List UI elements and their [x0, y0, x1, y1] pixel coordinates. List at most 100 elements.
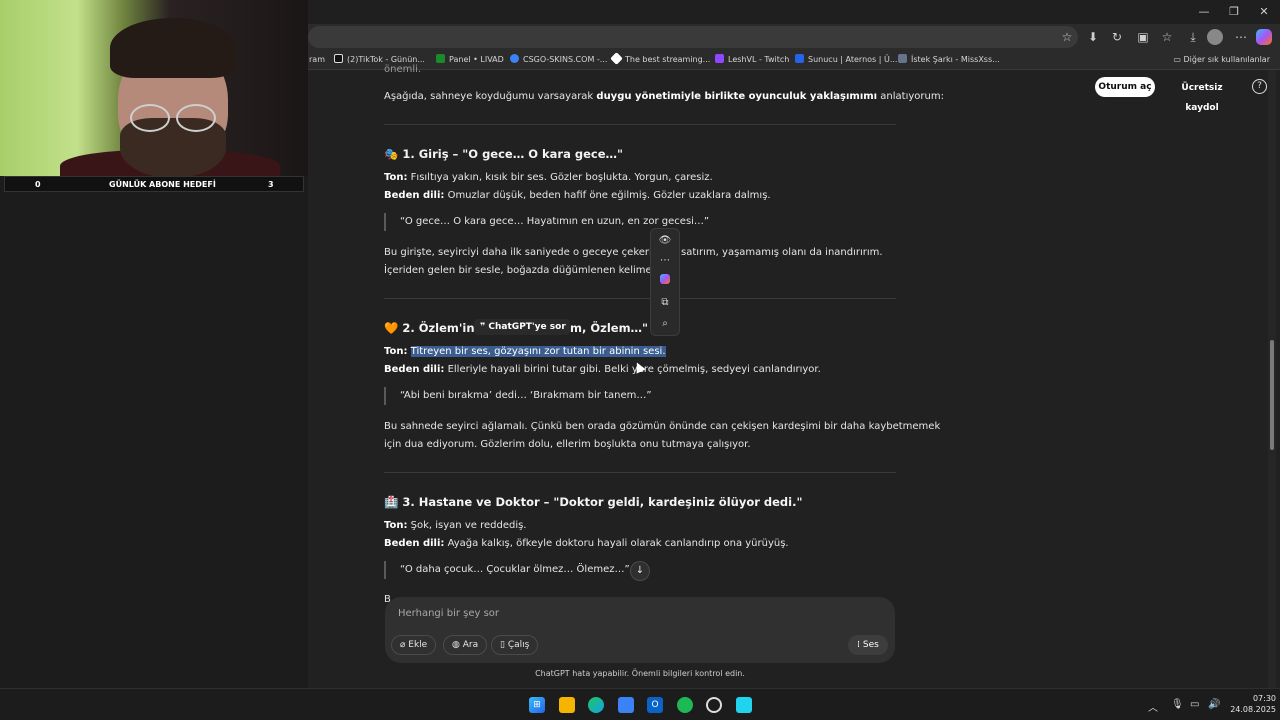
bookmark-item[interactable]: İstek Şarkı - MissXss... — [898, 52, 1000, 68]
divider — [384, 298, 896, 299]
section-2-paragraph-2: için dua ediyorum. Gözlerim dolu, elleri… — [384, 439, 751, 450]
goal-current: 0 — [35, 180, 41, 189]
subscriber-goal-bar: 0 GÜNLÜK ABONE HEDEFİ 3 — [4, 176, 304, 192]
tone-label: Ton: — [384, 346, 408, 357]
refresh-icon[interactable]: ↻ — [1108, 28, 1126, 46]
body-label: Beden dili: — [384, 190, 445, 201]
section-1-heading: 🎭 1. Giriş – "O gece… O kara gece…" — [384, 147, 623, 161]
screen: — ❐ ✕ ☆ ⬇ ↻ ▣ ☆ ⤓ ⋯ ram (2)TikTok - Günü… — [0, 0, 1280, 720]
tray-chevron-icon[interactable]: ︿ — [1148, 699, 1158, 714]
microphone-icon[interactable]: 🎙 — [1171, 699, 1184, 710]
tone-text: Fısıltıya yakın, kısık bir ses. Gözler b… — [407, 172, 713, 183]
book-icon: ▯ — [500, 640, 508, 650]
extension-icon[interactable]: ⬇ — [1084, 28, 1102, 46]
bookmark-item[interactable]: The best streaming... — [610, 52, 710, 68]
favorite-star-icon[interactable]: ☆ — [1058, 28, 1076, 46]
bookmark-item[interactable]: CSGO-SKINS.COM -... — [510, 52, 607, 68]
webcam-person-hair — [110, 18, 236, 78]
goal-target: 3 — [268, 180, 274, 189]
obs-icon[interactable] — [706, 697, 722, 713]
other-bookmarks[interactable]: ▭ Diğer sık kullanılanlar — [1173, 52, 1270, 68]
voice-button[interactable]: ⁞ Ses — [848, 635, 888, 655]
bookmark-item[interactable]: LeshVL - Twitch — [715, 52, 789, 68]
section-3-body: Beden dili: Ayağa kalkış, öfkeyle doktor… — [384, 537, 789, 551]
study-button[interactable]: ▯ Çalış — [491, 635, 539, 655]
goal-title: GÜNLÜK ABONE HEDEFİ — [109, 180, 216, 189]
address-bar[interactable]: ☆ — [308, 26, 1078, 48]
ask-chatgpt-button[interactable]: ❞ ChatGPT'ye sor — [474, 319, 570, 335]
bookmark-item[interactable]: Panel • LIVAD — [436, 52, 504, 68]
time: 07:30 — [1252, 694, 1276, 703]
profile-avatar[interactable] — [1207, 29, 1223, 45]
restore-icon[interactable]: ❐ — [1220, 2, 1248, 22]
search-label: Ara — [462, 640, 479, 650]
volume-icon[interactable]: 🔊 — [1208, 699, 1220, 710]
webcam-feed — [0, 0, 308, 176]
tone-label: Ton: — [384, 172, 408, 183]
section-1-tone: Ton: Fısıltıya yakın, kısık bir ses. Göz… — [384, 171, 713, 185]
disclaimer: ChatGPT hata yapabilir. Önemli bilgileri… — [535, 669, 745, 678]
downloads-icon[interactable]: ⤓ — [1184, 28, 1202, 46]
outlook-icon[interactable]: O — [647, 697, 663, 713]
divider — [384, 124, 896, 125]
close-icon[interactable]: ✕ — [1250, 2, 1278, 22]
split-screen-icon[interactable]: ▣ — [1134, 28, 1152, 46]
globe-icon — [510, 54, 519, 63]
webcam-glasses-right — [176, 104, 216, 132]
more-menu-icon[interactable]: ⋯ — [1232, 28, 1250, 46]
login-button[interactable]: Oturum aç — [1095, 77, 1155, 97]
bookmark-item[interactable]: Sunucu | Aternos | Ü... — [795, 52, 897, 68]
clock[interactable]: 07:30 24.08.2025 — [1226, 693, 1276, 715]
start-icon[interactable]: ⊞ — [529, 697, 545, 713]
store-icon[interactable] — [618, 697, 634, 713]
selected-text[interactable]: Titreyen bir ses, gözyaşını zor tutan bi… — [410, 346, 666, 357]
study-label: Çalış — [507, 640, 530, 650]
message-input[interactable]: Herhangi bir şey sor — [398, 608, 499, 619]
divider — [384, 472, 896, 473]
notepad-icon[interactable] — [736, 697, 752, 713]
stream-overlay-panel: 0 GÜNLÜK ABONE HEDEFİ 3 — [0, 0, 308, 688]
help-icon[interactable]: ? — [1252, 79, 1267, 94]
tone-text: Şok, isyan ve reddediş. — [407, 520, 527, 531]
section-2-heading-start: 🧡 2. Özlem'in S — [384, 321, 487, 335]
copilot-icon[interactable] — [1256, 29, 1272, 45]
scrollbar-thumb[interactable] — [1270, 340, 1274, 450]
webcam-glasses-left — [130, 104, 170, 132]
hide-icon[interactable]: 👁 — [651, 231, 679, 251]
search-button[interactable]: ◍ Ara — [443, 635, 488, 655]
network-icon[interactable]: ▭ — [1190, 699, 1199, 710]
chat-content — [308, 70, 1272, 688]
file-explorer-icon[interactable] — [559, 697, 575, 713]
section-2-tone: Ton: Titreyen bir ses, gözyaşını zor tut… — [384, 345, 666, 359]
spotify-icon[interactable] — [677, 697, 693, 713]
favorites-icon[interactable]: ☆ — [1158, 28, 1176, 46]
date: 24.08.2025 — [1230, 705, 1276, 714]
signup-button[interactable]: Ücretsiz kaydol — [1163, 77, 1241, 113]
intro-text-end: anlatıyorum: — [877, 91, 944, 102]
edge-icon[interactable] — [588, 697, 604, 713]
scroll-down-icon[interactable]: ↓ — [630, 561, 650, 581]
music-icon — [898, 54, 907, 63]
section-2-body: Beden dili: Elleriyle hayali birini tuta… — [384, 363, 821, 377]
section-2-paragraph-1: Bu sahnede seyirci ağlamalı. Çünkü ben o… — [384, 421, 941, 432]
minimize-icon[interactable]: — — [1190, 2, 1218, 22]
selection-popup-menu: 👁 ⋯ ⧉ ⌕ — [650, 228, 680, 336]
twitch-icon — [715, 54, 724, 63]
aternos-icon — [795, 54, 804, 63]
section-3-quote: “O daha çocuk… Çocuklar ölmez… Ölemez…” — [384, 561, 630, 579]
streaming-icon — [610, 52, 623, 65]
section-1-paragraph-a: Bu girişte, seyirciyi daha ilk saniyede … — [384, 247, 676, 258]
intro-bold: duygu yönetimiyle birlikte oyunculuk yak… — [596, 91, 878, 102]
copy-icon[interactable]: ⧉ — [651, 293, 679, 313]
intro-text: Aşağıda, sahneye koyduğumu varsayarak — [384, 91, 597, 102]
partial-text: önemli. — [384, 64, 422, 75]
body-text: Omuzlar düşük, beden hafif öne eğilmiş. … — [444, 190, 771, 201]
section-3-heading: 🏥 3. Hastane ve Doktor – "Doktor geldi, … — [384, 495, 803, 509]
copilot-small-icon[interactable] — [651, 272, 679, 292]
more-icon[interactable]: ⋯ — [651, 251, 679, 271]
section-3-tone: Ton: Şok, isyan ve reddediş. — [384, 519, 526, 533]
attach-button[interactable]: ⌀ Ekle — [391, 635, 437, 655]
bookmark-item[interactable]: ram — [309, 52, 325, 68]
attach-label: Ekle — [408, 640, 428, 650]
search-icon[interactable]: ⌕ — [651, 314, 679, 334]
